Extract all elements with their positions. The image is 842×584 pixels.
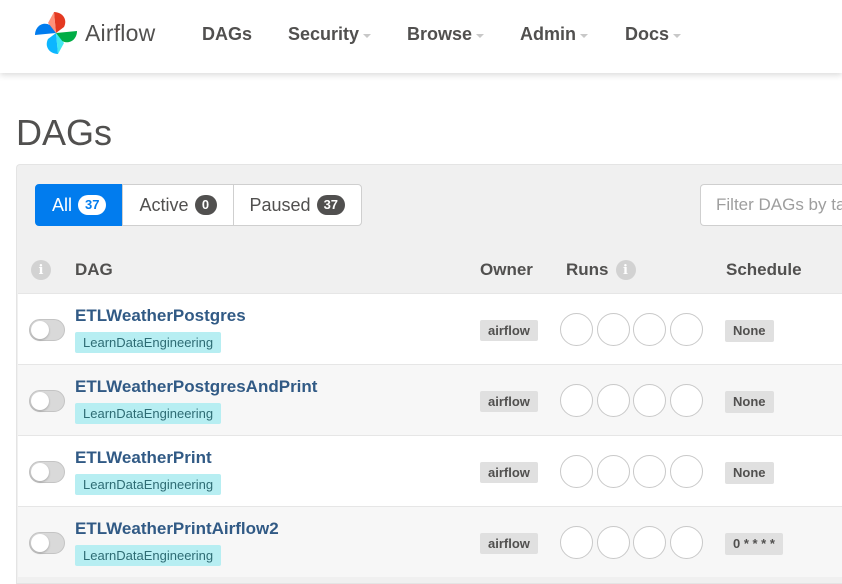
dag-name-link[interactable]: ETLWeatherPrint	[75, 448, 212, 468]
column-header-schedule[interactable]: Schedule	[726, 260, 802, 280]
page-title: DAGs	[16, 112, 113, 153]
table-row: ETLWeatherPrintAirflow2 LearnDataEnginee…	[18, 506, 842, 577]
owner-badge: airflow	[480, 320, 538, 341]
table-row: ETLWeatherPostgresAndPrint LearnDataEngi…	[18, 364, 842, 435]
column-header-dag-label: DAG	[75, 260, 113, 279]
dag-tag-badge[interactable]: LearnDataEngineering	[75, 332, 222, 353]
nav-docs-dropdown[interactable]: Docs	[625, 24, 682, 45]
dag-tag-badge[interactable]: LearnDataEngineering	[75, 403, 222, 424]
dag-name-link[interactable]: ETLWeatherPrintAirflow2	[75, 519, 279, 539]
column-header-info: i	[31, 260, 51, 280]
filter-paused-label: Paused	[249, 194, 311, 215]
info-icon: i	[31, 260, 51, 280]
dag-pause-toggle[interactable]	[29, 390, 65, 412]
nav-docs-label: Docs	[625, 24, 670, 44]
column-header-schedule-label: Schedule	[726, 260, 802, 279]
run-status-circle[interactable]	[669, 384, 703, 417]
run-status-circles	[560, 384, 706, 417]
run-status-circle[interactable]	[596, 384, 630, 417]
toggle-knob	[31, 321, 49, 339]
dag-name-link[interactable]: ETLWeatherPostgresAndPrint	[75, 377, 317, 397]
dag-pause-toggle[interactable]	[29, 532, 65, 554]
run-status-circle[interactable]	[633, 313, 666, 346]
run-status-circles	[560, 455, 706, 488]
run-status-circle[interactable]	[633, 455, 666, 488]
run-status-circle[interactable]	[596, 455, 630, 488]
brand-name: Airflow	[85, 19, 156, 46]
schedule-badge: None	[725, 462, 774, 484]
schedule-badge: None	[725, 320, 774, 342]
run-status-circle[interactable]	[560, 455, 593, 488]
airflow-pinwheel-icon	[35, 12, 77, 54]
caret-down-icon	[673, 34, 682, 38]
nav-admin-label: Admin	[520, 24, 576, 44]
run-status-circle[interactable]	[633, 384, 666, 417]
filter-active-button[interactable]: Active 0	[122, 184, 234, 226]
nav-admin-dropdown[interactable]: Admin	[520, 24, 588, 45]
filter-all-label: All	[52, 194, 73, 215]
dag-pause-toggle[interactable]	[29, 319, 65, 341]
column-header-runs-label: Runs	[566, 260, 609, 279]
brand-logo-link[interactable]: Airflow	[33, 11, 155, 55]
table-row: ETLWeatherPrint LearnDataEngineering air…	[18, 435, 842, 506]
filter-all-button[interactable]: All 37	[35, 184, 124, 226]
status-filter-group: All 37 Active 0 Paused 37	[35, 184, 363, 226]
filter-all-count-badge: 37	[78, 195, 107, 215]
run-status-circle[interactable]	[669, 526, 703, 559]
dag-name-link[interactable]: ETLWeatherPostgres	[75, 306, 246, 326]
schedule-badge: 0 * * * *	[725, 533, 783, 555]
run-status-circle[interactable]	[633, 526, 666, 559]
dag-tag-badge[interactable]: LearnDataEngineering	[75, 545, 222, 566]
filter-paused-button[interactable]: Paused 37	[232, 184, 363, 226]
nav-dags-label: DAGs	[202, 24, 253, 44]
run-status-circles	[560, 313, 706, 346]
caret-down-icon	[580, 34, 588, 38]
toggle-knob	[31, 534, 49, 552]
nav-security-label: Security	[288, 24, 360, 44]
column-header-owner-label: Owner	[480, 260, 533, 279]
dags-panel: All 37 Active 0 Paused 37 i DAG Owner Ru…	[16, 164, 842, 584]
column-header-owner[interactable]: Owner	[480, 260, 533, 280]
run-status-circles	[560, 526, 706, 559]
caret-down-icon	[363, 34, 372, 38]
caret-down-icon	[476, 34, 485, 38]
schedule-badge: None	[725, 391, 774, 413]
run-status-circle[interactable]	[560, 526, 593, 559]
run-status-circle[interactable]	[669, 455, 703, 488]
nav-security-dropdown[interactable]: Security	[288, 24, 372, 45]
table-row: ETLWeatherPostgres LearnDataEngineering …	[18, 293, 842, 364]
toggle-knob	[31, 392, 49, 410]
run-status-circle[interactable]	[560, 384, 593, 417]
run-status-circle[interactable]	[596, 313, 630, 346]
runs-info-icon[interactable]: i	[615, 260, 636, 280]
filter-active-count-badge: 0	[194, 195, 217, 215]
nav-browse-label: Browse	[407, 24, 473, 44]
nav-dags[interactable]: DAGs	[202, 24, 252, 45]
run-status-circle[interactable]	[560, 313, 593, 346]
filter-paused-count-badge: 37	[316, 195, 346, 215]
run-status-circle[interactable]	[669, 313, 703, 346]
top-navbar: Airflow DAGs Security Browse Admin Docs	[0, 0, 842, 73]
filter-tags-input[interactable]	[700, 184, 842, 226]
owner-badge: airflow	[480, 533, 538, 554]
owner-badge: airflow	[480, 462, 538, 483]
owner-badge: airflow	[480, 391, 538, 412]
toggle-knob	[31, 463, 49, 481]
nav-browse-dropdown[interactable]: Browse	[407, 24, 485, 45]
column-header-dag[interactable]: DAG	[75, 260, 113, 280]
run-status-circle[interactable]	[596, 526, 630, 559]
dag-pause-toggle[interactable]	[29, 461, 65, 483]
dag-tag-badge[interactable]: LearnDataEngineering	[75, 474, 222, 495]
column-header-runs: Runs i	[566, 260, 636, 280]
filter-active-label: Active	[139, 194, 189, 215]
